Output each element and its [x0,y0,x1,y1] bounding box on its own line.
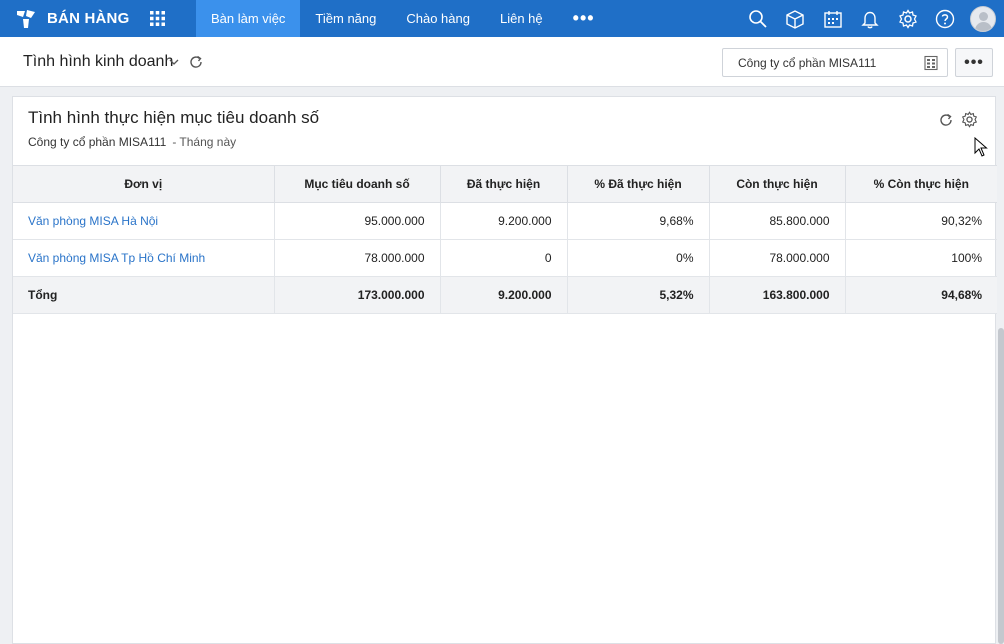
notification-button[interactable] [852,0,890,37]
table-cell: 163.800.000 [708,276,846,314]
table-cell: 9.200.000 [439,276,568,314]
page-title[interactable]: Tình hình kinh doanh [23,53,173,71]
top-toolbar [739,0,996,37]
column-header[interactable]: Đơn vị [13,165,275,203]
calendar-button[interactable] [814,0,852,37]
nav-item-contacts[interactable]: Liên hệ [485,0,558,37]
total-row: Tổng 173.000.000 9.200.000 5,32% 163.800… [13,276,997,314]
table-cell: 78.000.000 [273,239,441,277]
org-tree-icon [924,55,938,71]
calendar-icon [824,10,842,28]
more-options-button[interactable]: ••• [955,48,993,77]
bell-icon [861,11,879,28]
unit-link[interactable]: Văn phòng MISA Hà Nội [13,202,275,240]
sales-target-widget: Tình hình thực hiện mục tiêu doanh số Cô… [12,96,997,644]
table-cell: 95.000.000 [273,202,441,240]
table-cell: 90,32% [844,202,997,240]
search-icon [748,9,767,28]
column-header[interactable]: % Còn thực hiện [844,165,997,203]
table-cell: 9.200.000 [439,202,568,240]
app-logo[interactable]: BÁN HÀNG [0,0,140,37]
logo-icon [17,9,35,28]
mouse-cursor-icon [974,137,988,157]
dashboard-header: Tình hình kinh doanh Công ty cổ phần MIS… [0,37,1004,87]
company-select-value: Công ty cổ phần MISA111 [738,56,877,70]
company-select[interactable]: Công ty cổ phần MISA111 [722,48,948,77]
table-cell: 173.000.000 [273,276,441,314]
table-cell: 0% [566,239,710,277]
top-navbar: BÁN HÀNG Bàn làm việc Tiềm năng Chào hàn… [0,0,1004,37]
grid-icon [149,11,165,26]
table-header-row: Đơn vị Mục tiêu doanh số Đã thực hiện % … [13,165,997,203]
gear-icon [898,8,917,29]
nav-item-quotes[interactable]: Chào hàng [391,0,485,37]
help-icon [936,9,955,28]
nav-more-button[interactable]: ••• [558,0,610,37]
table-cell: 94,68% [844,276,997,314]
table-cell: 100% [844,239,997,277]
settings-button[interactable] [889,0,927,37]
table-cell: 78.000.000 [708,239,846,277]
nav-item-leads[interactable]: Tiềm năng [300,0,391,37]
nav-item-desk[interactable]: Bàn làm việc [196,0,301,37]
refresh-icon[interactable] [188,54,204,70]
avatar[interactable] [970,5,996,32]
unit-link[interactable]: Văn phòng MISA Tp Hồ Chí Minh [13,239,275,277]
page-scrollbar[interactable] [998,328,1004,644]
sales-target-table: Đơn vị Mục tiêu doanh số Đã thực hiện % … [13,165,997,314]
table-cell: 9,68% [566,202,710,240]
app-name: BÁN HÀNG [47,10,130,27]
widget-period: - Tháng này [172,135,237,149]
gear-icon[interactable] [961,111,978,128]
table-cell: 5,32% [566,276,710,314]
table-row: Văn phòng MISA Hà Nội 95.000.000 9.200.0… [13,202,997,240]
column-header[interactable]: Còn thực hiện [708,165,846,203]
chevron-down-icon[interactable] [169,57,179,67]
app-launcher-button[interactable] [142,0,172,37]
widget-title: Tình hình thực hiện mục tiêu doanh số [28,108,320,127]
column-header[interactable]: Mục tiêu doanh số [273,165,441,203]
box-icon [786,9,804,29]
widget-subtitle: Công ty cổ phần MISA111 - Tháng này [28,135,236,149]
table-cell: 85.800.000 [708,202,846,240]
refresh-icon[interactable] [938,112,954,128]
main-nav: Bàn làm việc Tiềm năng Chào hàng Liên hệ… [196,0,610,37]
table-cell: 0 [439,239,568,277]
widget-company: Công ty cổ phần MISA111 [28,135,167,149]
product-button[interactable] [777,0,815,37]
column-header[interactable]: % Đã thực hiện [566,165,710,203]
table-row: Văn phòng MISA Tp Hồ Chí Minh 78.000.000… [13,239,997,277]
total-label: Tổng [13,276,275,314]
search-button[interactable] [739,0,777,37]
help-button[interactable] [927,0,965,37]
column-header[interactable]: Đã thực hiện [439,165,568,203]
